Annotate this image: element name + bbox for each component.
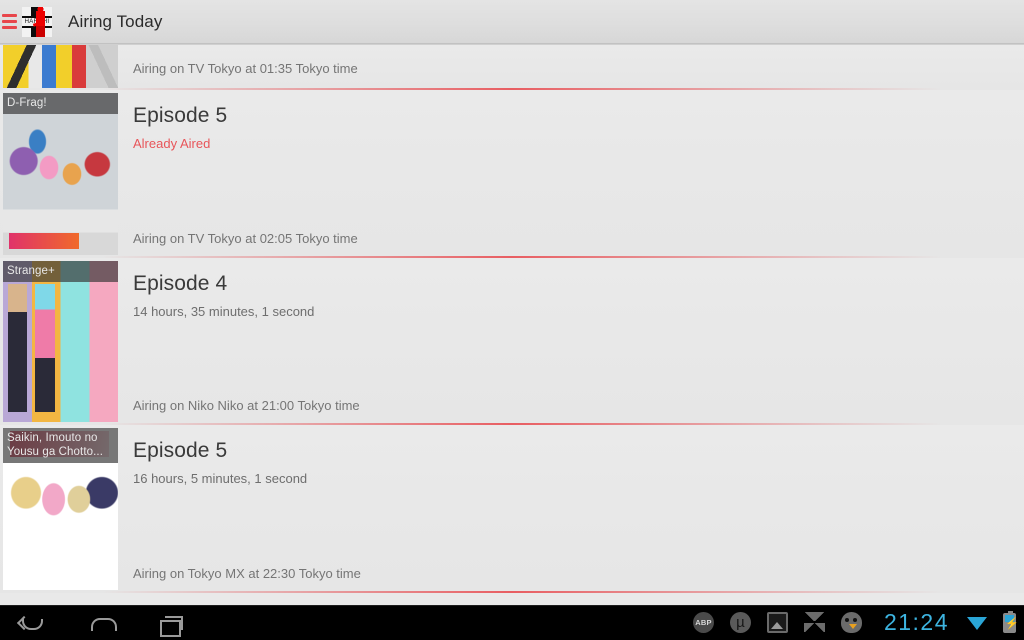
show-title: D-Frag! [3,93,118,114]
battery-charging-icon[interactable] [1003,610,1016,633]
app-logo-icon[interactable]: HARUHI [22,6,52,37]
gallery-icon[interactable] [766,612,788,633]
list-item[interactable]: Saikin, Imouto no Yousu ga Chotto... Epi… [0,425,1024,593]
back-icon[interactable] [18,610,46,636]
list-item-meta: Episode 5 16 hours, 5 minutes, 1 second … [133,425,1008,593]
countdown-status: 14 hours, 35 minutes, 1 second [133,304,315,319]
recents-icon[interactable] [158,610,186,637]
airing-info: Airing on TV Tokyo at 02:05 Tokyo time [133,231,358,246]
episode-title: Episode 5 [133,439,228,462]
hamburger-bar [2,14,17,17]
dropbox-icon[interactable] [803,612,825,633]
poster-art [3,261,118,422]
show-title: Saikin, Imouto no Yousu ga Chotto... [3,428,118,463]
logo-quad [22,27,31,37]
status-tray: ABP 21:24 [692,605,1016,640]
show-thumbnail[interactable] [3,45,118,88]
countdown-status: Already Aired [133,136,211,151]
list-item[interactable]: Strange+ Episode 4 14 hours, 35 minutes,… [0,258,1024,425]
page-title: Airing Today [68,11,163,31]
airing-list[interactable]: Airing on TV Tokyo at 01:35 Tokyo time D… [0,45,1024,605]
android-navigation-bar: ABP 21:24 [0,605,1024,640]
app-screen: HARUHI Airing Today Airing on TV Tokyo a… [0,0,1024,640]
home-icon[interactable] [88,610,117,636]
list-item-meta: Episode 5 Already Aired Airing on TV Tok… [133,90,1008,258]
wifi-icon[interactable] [967,615,987,631]
airing-info: Airing on Niko Niko at 21:00 Tokyo time [133,398,360,413]
list-item[interactable]: D-Frag! Episode 5 Already Aired Airing o… [0,90,1024,258]
airing-info: Airing on Tokyo MX at 22:30 Tokyo time [133,566,361,581]
nav-buttons [18,605,186,640]
hamburger-menu-icon[interactable] [2,11,18,33]
episode-title: Episode 5 [133,104,228,127]
poster-art [3,93,118,255]
adblock-plus-icon[interactable]: ABP [692,612,714,633]
show-thumbnail[interactable]: D-Frag! [3,93,118,255]
list-item-meta: Episode 4 14 hours, 35 minutes, 1 second… [133,258,1008,425]
list-item[interactable]: Airing on TV Tokyo at 01:35 Tokyo time [0,45,1024,90]
status-clock[interactable]: 21:24 [884,609,949,636]
row-divider [0,591,1024,593]
hamburger-bar [2,20,17,23]
list-item-meta: Airing on TV Tokyo at 01:35 Tokyo time [133,45,1008,90]
logo-quad [22,6,31,16]
airing-info: Airing on TV Tokyo at 01:35 Tokyo time [133,61,358,76]
logo-figure-icon [36,6,45,37]
poster-art [3,45,118,88]
countdown-status: 16 hours, 5 minutes, 1 second [133,471,308,486]
episode-title: Episode 4 [133,272,228,295]
utorrent-icon[interactable] [729,612,751,633]
action-bar: HARUHI Airing Today [0,0,1024,47]
show-thumbnail[interactable]: Saikin, Imouto no Yousu ga Chotto... [3,428,118,590]
hamburger-bar [2,26,17,29]
show-thumbnail[interactable]: Strange+ [3,261,118,422]
twitter-bird-icon[interactable] [840,612,862,633]
show-title: Strange+ [3,261,118,282]
